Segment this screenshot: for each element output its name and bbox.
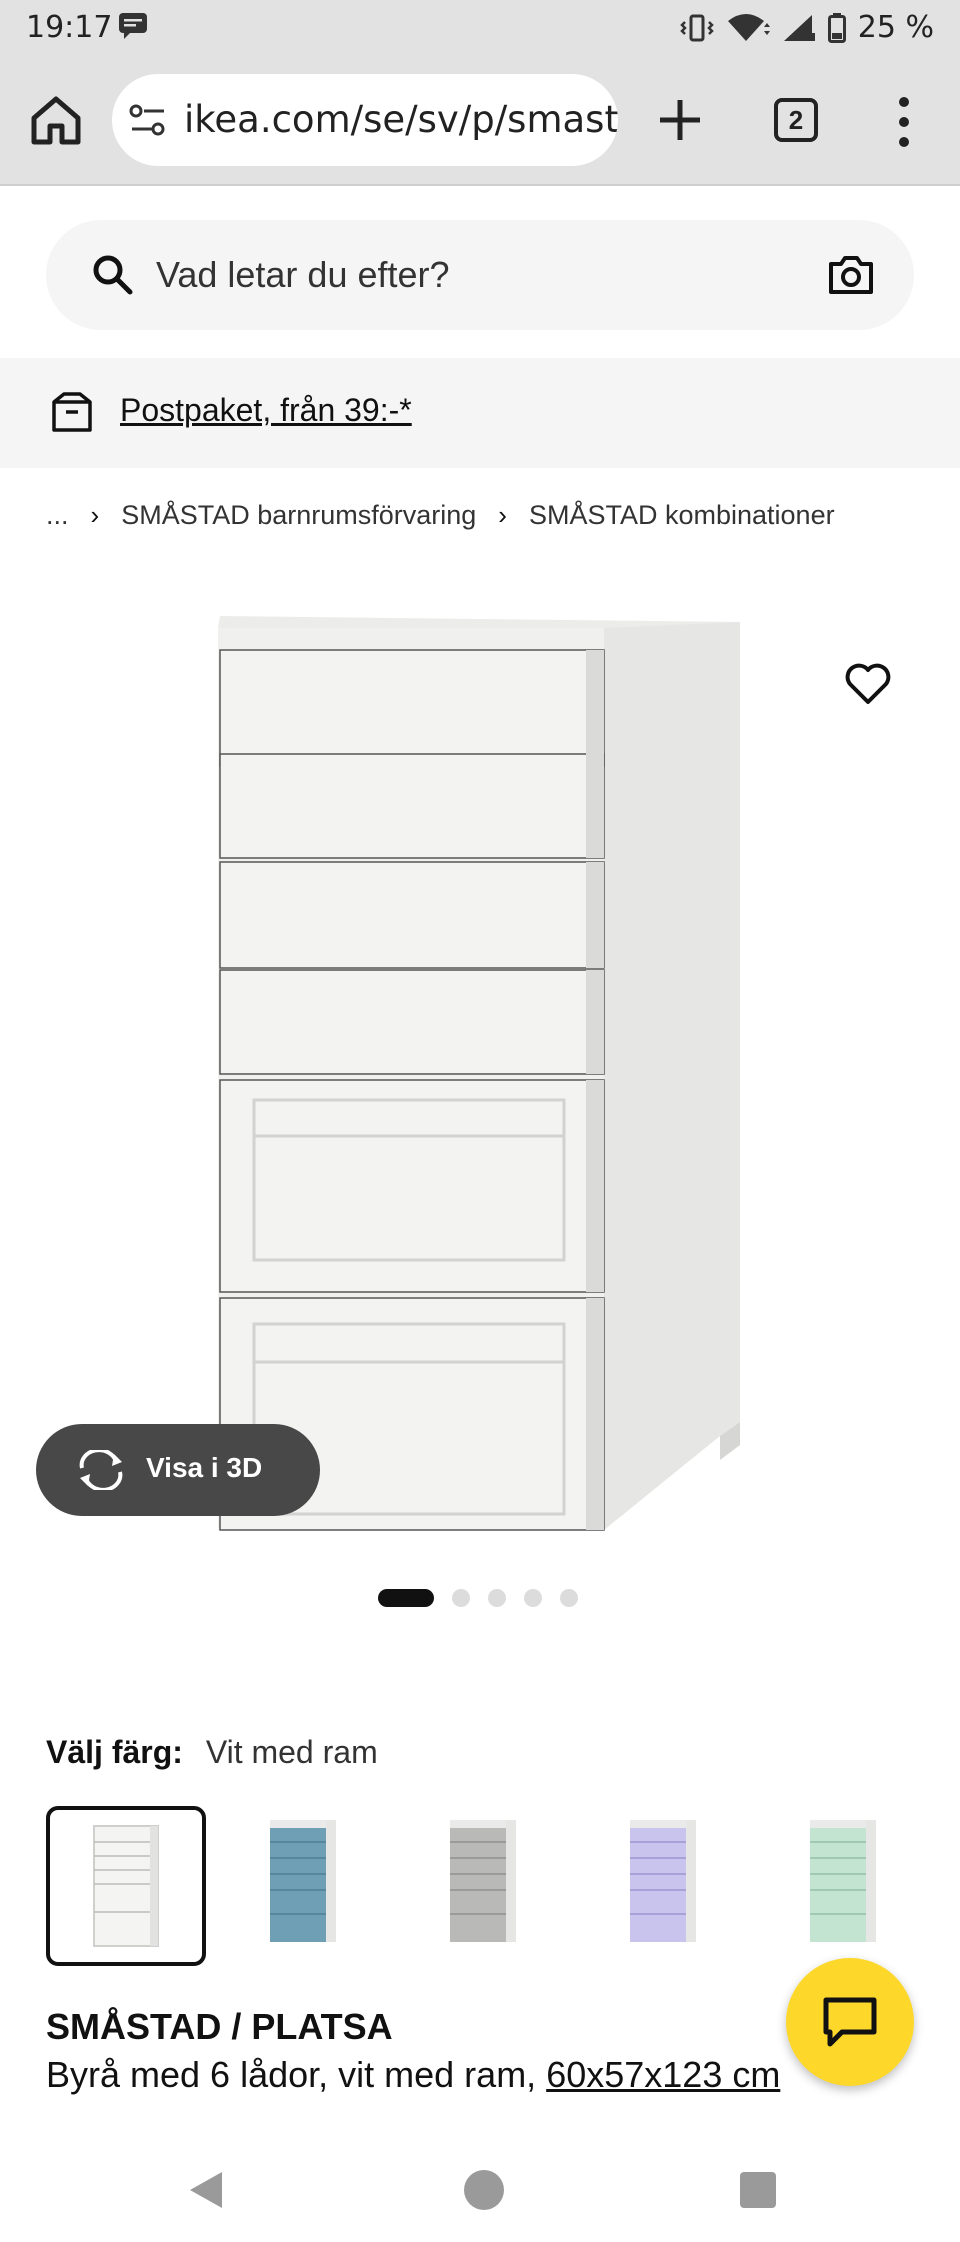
view-3d-label: Visa i 3D [146, 1452, 263, 1483]
chevron-right-icon: › [90, 500, 100, 530]
search-input[interactable]: Vad letar du efter? [156, 254, 450, 296]
chat-button[interactable] [786, 1958, 914, 2086]
product-description-text: Byrå med 6 lådor, vit med ram, [46, 2054, 547, 2095]
swatch-white-image [93, 1825, 159, 1947]
status-bar: 19:17 25 % [0, 0, 960, 58]
carousel-dot[interactable] [452, 1589, 470, 1607]
swatch-grey[interactable] [406, 1806, 566, 1966]
more-menu-icon[interactable] [892, 94, 916, 150]
heart-icon[interactable] [844, 662, 892, 706]
recent-apps-icon[interactable] [740, 2172, 776, 2208]
carousel-dots [378, 1589, 578, 1607]
home-icon[interactable] [28, 92, 84, 148]
carousel-dot[interactable] [378, 1589, 434, 1607]
chevron-right-icon: › [498, 500, 507, 530]
search-bar[interactable]: Vad letar du efter? [46, 220, 914, 330]
carousel-dot[interactable] [524, 1589, 542, 1607]
view-3d-button[interactable]: Visa i 3D [36, 1424, 320, 1516]
camera-icon[interactable] [826, 250, 876, 300]
nav-home-icon[interactable] [464, 2170, 504, 2210]
swatch-mint[interactable] [766, 1806, 926, 1966]
delivery-link[interactable]: Postpaket, från 39:-* [120, 392, 412, 429]
address-bar[interactable]: ikea.com/se/sv/p/smastad [112, 74, 618, 166]
breadcrumb: ... › SMÅSTAD barnrumsförvaring › SMÅSTA… [46, 500, 835, 531]
breadcrumb-item-more[interactable]: ... [46, 500, 69, 531]
site-settings-icon[interactable] [128, 102, 168, 138]
carousel-dot[interactable] [488, 1589, 506, 1607]
swatch-blue-image [270, 1820, 336, 1942]
color-label: Välj färg: [46, 1734, 183, 1770]
product-description: Byrå med 6 lådor, vit med ram, 60x57x123… [46, 2054, 780, 2096]
swatch-lilac-image [630, 1820, 696, 1942]
product-dimensions-link[interactable]: 60x57x123 cm [546, 2054, 780, 2095]
swatch-mint-image [810, 1820, 876, 1942]
breadcrumb-item-barnrumsforvaring[interactable]: SMÅSTAD barnrumsförvaring [121, 500, 476, 531]
vibrate-icon [680, 14, 714, 41]
swatch-grey-image [450, 1820, 516, 1942]
carousel-dot[interactable] [560, 1589, 578, 1607]
product-image[interactable] [0, 580, 960, 1560]
swatch-white[interactable] [46, 1806, 206, 1966]
browser-toolbar: ikea.com/se/sv/p/smastad 2 [0, 58, 960, 186]
new-tab-icon[interactable] [656, 96, 704, 144]
package-icon [52, 392, 92, 432]
status-time: 19:17 [26, 10, 113, 45]
delivery-banner: Postpaket, från 39:-* [0, 358, 960, 468]
battery-level: 25 % [857, 10, 934, 45]
swatch-blue[interactable] [226, 1806, 386, 1966]
product-name: SMÅSTAD / PLATSA [46, 2006, 393, 2047]
swatch-lilac[interactable] [586, 1806, 746, 1966]
battery-icon [827, 12, 846, 43]
color-selector-heading: Välj färg: Vit med ram [46, 1734, 378, 1771]
message-icon [119, 13, 147, 39]
color-swatches [46, 1806, 926, 1966]
system-nav-bar [0, 2136, 960, 2242]
search-icon [93, 255, 133, 295]
breadcrumb-item-kombinationer[interactable]: SMÅSTAD kombinationer [529, 500, 835, 531]
status-icons: 25 % [680, 10, 934, 45]
color-value: Vit med ram [205, 1734, 378, 1770]
signal-icon [783, 14, 815, 41]
rotate-3d-icon [79, 1450, 123, 1490]
tabs-icon[interactable]: 2 [774, 98, 818, 142]
url-text[interactable]: ikea.com/se/sv/p/smastad [184, 98, 618, 141]
wifi-icon [727, 13, 770, 41]
back-icon[interactable] [186, 2170, 226, 2210]
chat-icon [823, 1997, 877, 2047]
